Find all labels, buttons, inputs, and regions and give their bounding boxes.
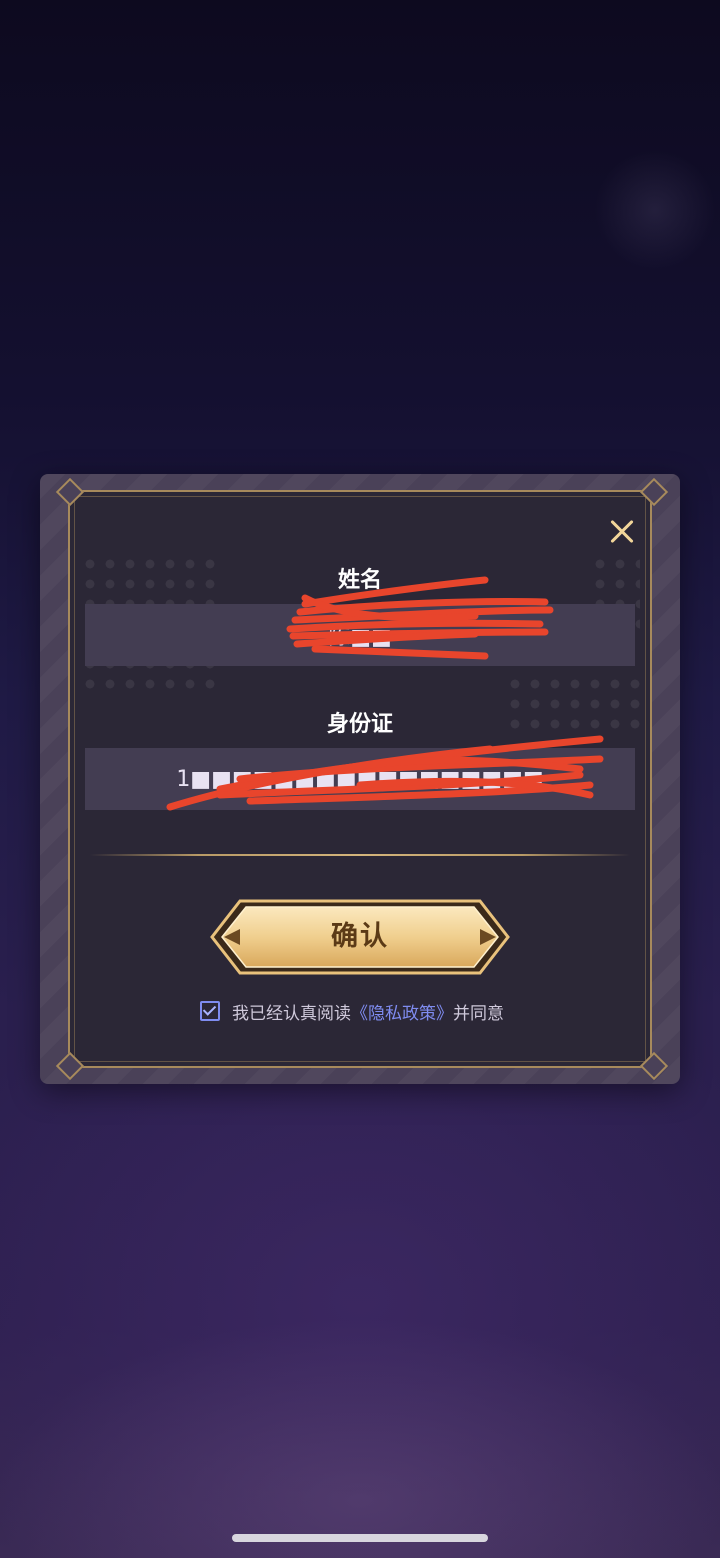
privacy-policy-link[interactable]: 《隐私政策》 — [351, 999, 453, 1024]
confirm-button[interactable]: 确认 — [210, 899, 510, 975]
id-card-label: 身份证 — [326, 712, 393, 737]
name-input[interactable] — [85, 604, 635, 666]
agreement-checkbox[interactable] — [200, 1001, 220, 1021]
section-divider — [90, 854, 630, 856]
close-button[interactable] — [602, 512, 642, 552]
id-card-input[interactable] — [85, 748, 635, 810]
confirm-button-label: 确认 — [331, 921, 389, 952]
name-label: 姓名 — [337, 568, 382, 593]
real-name-verification-dialog: 姓名 身份证 — [40, 474, 680, 1084]
agreement-suffix: 并同意 — [453, 1003, 504, 1024]
privacy-agreement-row: 我已经认真阅读 《隐私政策》 并同意 — [200, 998, 504, 1024]
home-indicator[interactable] — [232, 1534, 488, 1542]
agreement-prefix: 我已经认真阅读 — [232, 1003, 351, 1024]
